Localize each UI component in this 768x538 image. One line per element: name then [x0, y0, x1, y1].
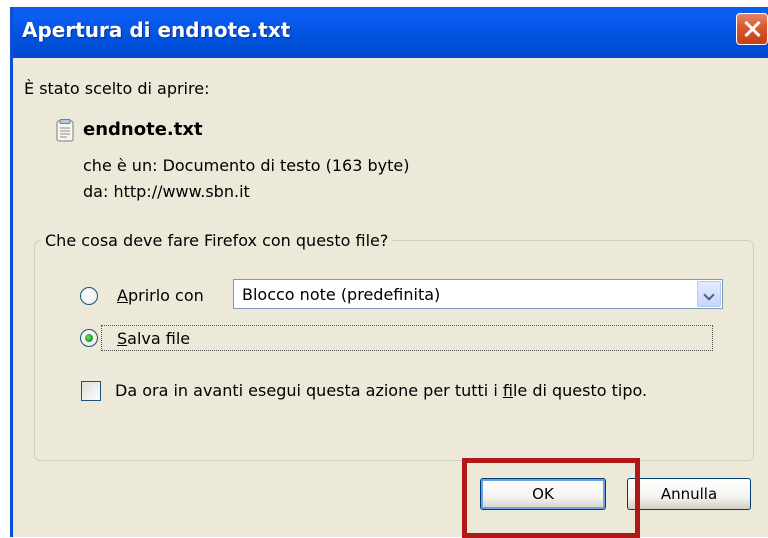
open-with-label-rest: prirlo con — [127, 286, 204, 305]
cancel-button[interactable]: Annulla — [627, 478, 751, 510]
save-file-radio[interactable] — [80, 329, 98, 347]
chosen-label: È stato scelto di aprire: — [24, 79, 210, 98]
action-group-title: Che cosa deve fare Firefox con questo fi… — [41, 231, 393, 250]
save-file-accel: S — [117, 329, 128, 348]
file-source-label: da: — [83, 182, 109, 201]
title-bar[interactable]: Apertura di endnote.txt — [13, 7, 768, 58]
text-file-icon — [56, 119, 74, 142]
file-source-value: http://www.sbn.it — [113, 182, 250, 201]
action-groupbox — [34, 240, 754, 461]
always-do-label[interactable]: Da ora in avanti esegui questa azione pe… — [115, 381, 647, 400]
always-do-accel: f — [502, 381, 513, 400]
open-with-label[interactable]: Aprirlo con — [117, 286, 204, 305]
dialog-title: Apertura di endnote.txt — [22, 18, 291, 42]
file-type-value: Documento di testo (163 byte) — [162, 156, 410, 175]
open-with-radio[interactable] — [80, 287, 98, 305]
save-file-label-rest: alva file — [127, 329, 191, 348]
ok-button[interactable]: OK — [480, 478, 606, 510]
file-type-label: che è un: — [83, 156, 158, 175]
always-do-label-start: Da ora in avanti esegui questa azione pe… — [115, 381, 503, 400]
application-select[interactable]: Blocco note (predefinita) — [233, 279, 723, 309]
file-name: endnote.txt — [83, 119, 203, 140]
chevron-down-icon[interactable] — [697, 281, 721, 307]
close-icon[interactable] — [736, 13, 768, 45]
application-select-value: Blocco note (predefinita) — [242, 285, 441, 304]
save-file-label[interactable]: Salva file — [117, 329, 190, 348]
file-source-row: da: http://www.sbn.it — [83, 182, 250, 201]
open-with-accel: A — [117, 286, 128, 305]
always-do-label-end: ile di questo tipo. — [512, 381, 648, 400]
file-type-row: che è un: Documento di testo (163 byte) — [83, 156, 409, 175]
download-dialog: Apertura di endnote.txt È stato scelto d… — [10, 7, 768, 538]
always-do-checkbox[interactable] — [81, 381, 101, 401]
